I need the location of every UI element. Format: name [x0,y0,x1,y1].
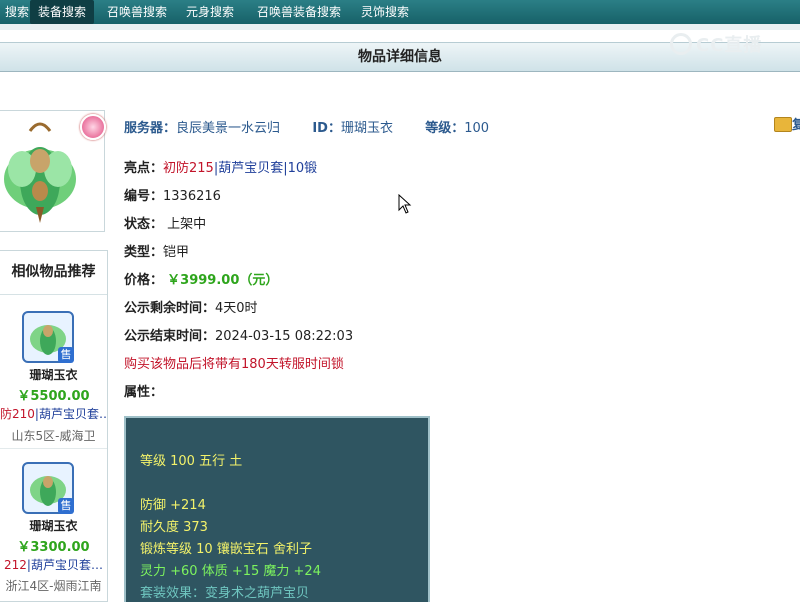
similar-item-server: 山东5区-威海卫 [11,429,96,443]
number-value: 1336216 [163,189,221,204]
tab-summon-search[interactable]: 召唤兽搜索 [107,0,171,24]
highlight-defense: 初防215 [163,161,214,176]
attr-forge-gem: 锻炼等级 10 镶嵌宝石 舍利子 [140,542,312,557]
level-label: 等级： [425,121,465,136]
number-row: 编号：1336216 [124,185,221,204]
similar-item-name[interactable]: 珊瑚玉衣 [0,366,107,383]
attributes-label: 属性： [124,385,164,400]
end-time-label: 公示结束时间： [124,329,216,344]
item-info-line: 服务器：良辰美景一水云归 ID：珊瑚玉衣 等级：100 [124,117,489,136]
folder-icon[interactable] [774,117,792,132]
status-value: 上架中 [167,217,207,232]
attr-defense: 防御 +214 [140,498,206,513]
similar-item-price: ￥5500.00 [17,389,90,404]
sale-badge: 售 [58,347,74,363]
highlight-row: 亮点：初防215|葫芦宝贝套|10锻 [124,161,318,176]
id-label: ID： [312,121,341,136]
similar-item-features: 212|葫芦宝贝套… [4,558,103,572]
similar-item-server: 浙江4区-烟雨江南 [5,579,102,593]
transfer-lock-notice: 购买该物品后将带有180天转服时间锁 [124,357,344,372]
divider [0,448,107,449]
id-value: 珊瑚玉衣 [340,121,393,136]
server-value: 良辰美景一水云归 [176,121,281,136]
item-thumbnail[interactable]: 售 [22,311,74,363]
attr-durability: 耐久度 373 [140,520,208,535]
attr-level-element: 等级 100 五行 土 [140,454,243,469]
end-time-row: 公示结束时间：2024-03-15 08:22:03 [124,325,353,344]
similar-item-feature-defense: 212 [4,558,27,572]
highlight-set: 葫芦宝贝套 [218,161,284,176]
attributes-panel: 等级 100 五行 土 防御 +214 耐久度 373 锻炼等级 10 镶嵌宝石… [124,416,430,602]
tab-avatar-search[interactable]: 元身搜索 [186,0,240,24]
end-time-value: 2024-03-15 08:22:03 [215,329,354,344]
highlight-label: 亮点： [124,161,164,176]
attr-set-effect: 套装效果：变身术之葫芦宝贝 [140,586,310,601]
server-label: 服务器： [124,121,177,136]
similar-item-name[interactable]: 珊瑚玉衣 [0,517,107,534]
type-value: 铠甲 [163,245,190,260]
cc-ring-icon [670,33,692,55]
highlight-forge: 10锻 [287,161,318,176]
watermark-logo: CC直播 [670,30,780,58]
sale-badge: 售 [58,498,74,514]
remain-row: 公示剩余时间：4天0时 [124,297,258,316]
mouse-cursor-icon [398,194,412,214]
similar-item-feature-set: 葫芦宝贝套… [30,558,103,572]
price-value: ￥3999.00（元） [167,273,279,288]
favorite-link[interactable]: 复 [792,114,800,133]
similar-item-feature-set: 葫芦宝贝套… [38,407,107,421]
tab-equipment-search[interactable]: 装备搜索 [30,0,94,24]
type-row: 类型：铠甲 [124,241,189,260]
top-nav: 搜索 装备搜索 召唤兽搜索 元身搜索 召唤兽装备搜索 灵饰搜索 [0,0,800,24]
price-label: 价格： [124,273,164,288]
tab-summon-equipment-search[interactable]: 召唤兽装备搜索 [257,0,347,24]
level-value: 100 [464,121,490,136]
price-row: 价格： ￥3999.00（元） [124,269,278,288]
tab-accessory-search[interactable]: 灵饰搜索 [361,0,415,24]
watermark-text: CC直播 [696,35,763,56]
similar-item-features: 防210|葫芦宝贝套… [0,405,107,422]
status-row: 状态： 上架中 [124,213,206,232]
attr-stats: 灵力 +60 体质 +15 魔力 +24 [140,564,321,579]
item-thumbnail[interactable]: 售 [22,462,74,514]
status-label: 状态： [124,217,164,232]
remain-value: 4天0时 [215,301,258,316]
attributes-row: 属性： [124,381,163,400]
number-label: 编号： [124,189,164,204]
similar-items-title: 相似物品推荐 [0,250,107,295]
similar-item-feature-defense: 防210 [0,407,35,421]
remain-label: 公示剩余时间： [124,301,216,316]
rarity-badge [80,114,106,140]
similar-item-price: ￥3300.00 [17,540,90,555]
type-label: 类型： [124,245,164,260]
